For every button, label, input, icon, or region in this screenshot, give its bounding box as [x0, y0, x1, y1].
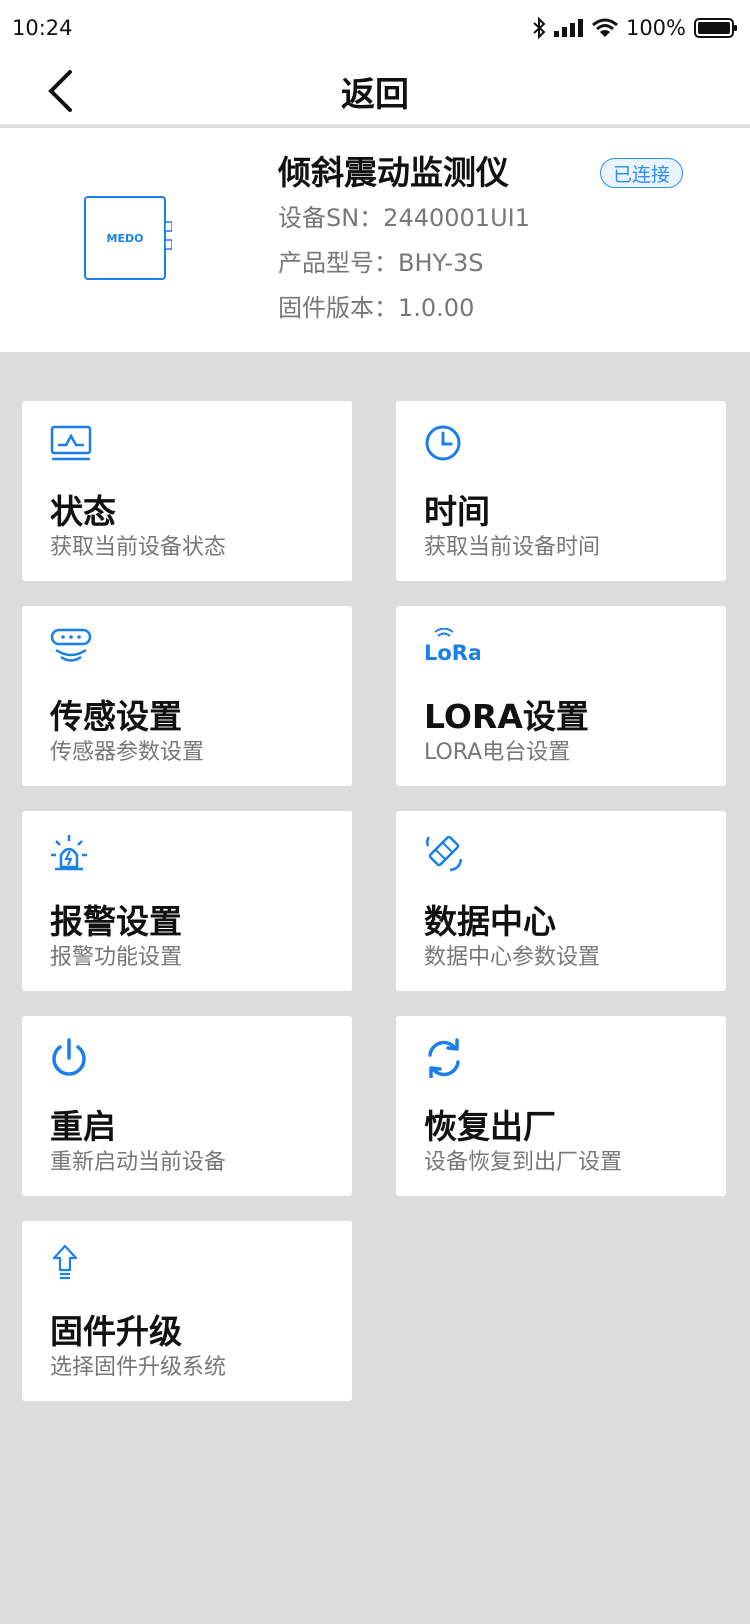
- card-title: 重启: [50, 1107, 116, 1146]
- battery-icon: [694, 18, 737, 38]
- card-status[interactable]: 状态 获取当前设备状态: [22, 401, 352, 581]
- status-bar: 10:24 100%: [0, 0, 750, 56]
- card-title: 状态: [50, 492, 116, 531]
- device-model: 产品型号：BHY-3S: [278, 249, 484, 277]
- card-title: 传感设置: [50, 697, 182, 736]
- card-restart[interactable]: 重启 重新启动当前设备: [22, 1016, 352, 1196]
- satellite-icon: [425, 835, 463, 872]
- card-subtitle: 报警功能设置: [50, 945, 183, 970]
- device-name: 倾斜震动监测仪: [278, 153, 509, 192]
- upgrade-icon: [52, 1244, 78, 1280]
- card-time[interactable]: 时间 获取当前设备时间: [396, 401, 726, 581]
- card-factory-reset[interactable]: 恢复出厂 设备恢复到出厂设置: [396, 1016, 726, 1196]
- card-subtitle: 数据中心参数设置: [424, 945, 601, 970]
- device-firmware: 固件版本：1.0.00: [278, 294, 475, 322]
- battery-percent: 100%: [625, 16, 686, 40]
- card-title: 固件升级: [50, 1312, 182, 1351]
- wifi-icon: [591, 18, 618, 37]
- card-title: 时间: [424, 492, 490, 531]
- monitor-icon: [50, 425, 92, 461]
- status-indicators: 100%: [532, 16, 738, 40]
- card-subtitle: LORA电台设置: [424, 740, 571, 765]
- signal-icon: [553, 19, 583, 37]
- card-subtitle: 重新启动当前设备: [50, 1150, 227, 1175]
- card-subtitle: 获取当前设备时间: [424, 535, 601, 560]
- nav-bar: 返回: [0, 56, 750, 126]
- device-info-card: MEDO 倾斜震动监测仪 已连接 设备SN：2440001UI1 产品型号：BH…: [0, 128, 750, 352]
- device-image: MEDO: [84, 196, 172, 280]
- card-sensor-settings[interactable]: 传感设置 传感器参数设置: [22, 606, 352, 786]
- connection-status-badge: 已连接: [600, 158, 684, 188]
- card-alarm-settings[interactable]: 报警设置 报警功能设置: [22, 811, 352, 991]
- lora-logo-text: LoRa: [424, 641, 480, 665]
- device-logo-text: MEDO: [107, 232, 144, 245]
- page-title: 返回: [341, 74, 409, 115]
- card-subtitle: 选择固件升级系统: [50, 1355, 227, 1380]
- card-subtitle: 设备恢复到出厂设置: [424, 1150, 623, 1175]
- status-time: 10:24: [12, 16, 73, 40]
- card-subtitle: 传感器参数设置: [50, 740, 205, 765]
- card-title: 恢复出厂: [424, 1107, 556, 1146]
- alarm-icon: [51, 835, 87, 871]
- power-icon: [52, 1038, 86, 1076]
- card-firmware-upgrade[interactable]: 固件升级 选择固件升级系统: [22, 1221, 352, 1401]
- lora-icon: LoRa: [424, 628, 480, 665]
- bluetooth-icon: [533, 17, 546, 39]
- card-title: 数据中心: [424, 902, 556, 941]
- card-lora-settings[interactable]: LoRa LORA设置 LORA电台设置: [396, 606, 726, 786]
- device-sn: 设备SN：2440001UI1: [278, 204, 530, 232]
- card-subtitle: 获取当前设备状态: [50, 535, 227, 560]
- clock-icon: [425, 425, 461, 461]
- card-data-center[interactable]: 数据中心 数据中心参数设置: [396, 811, 726, 991]
- card-title: 报警设置: [50, 902, 182, 941]
- refresh-icon: [428, 1038, 460, 1078]
- card-title: LORA设置: [424, 697, 589, 736]
- sensor-icon: [50, 628, 92, 662]
